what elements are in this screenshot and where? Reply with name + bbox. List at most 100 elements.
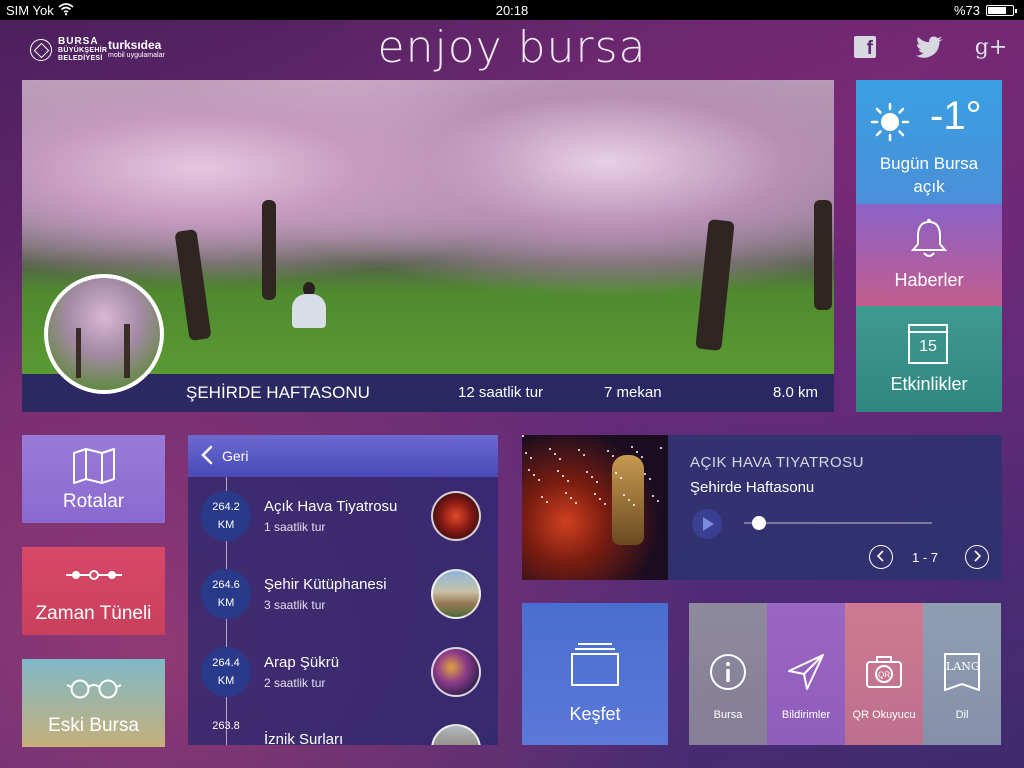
hero-distance: 8.0 km [773,384,819,401]
clock: 20:18 [495,3,529,18]
star-dot [604,503,606,505]
battery-fill [988,7,1006,14]
star-dot [594,493,596,495]
map-icon [73,448,115,484]
star-dot [596,481,598,483]
facebook-button[interactable]: f [852,34,878,60]
route-duration: 3 saatlik tur [264,598,326,612]
tree-trunk [174,229,212,341]
timeline-icon [66,570,122,580]
player-subtitle: Şehirde Haftasonu [690,479,815,496]
calendar-day: 15 [919,338,937,355]
list-item[interactable]: 264.2 KM Açık Hava Tiyatrosu 1 saatlik t… [188,487,498,557]
star-dot [591,476,593,478]
menu-notifications[interactable]: Bildirimler [767,603,845,745]
chevron-right-icon [974,550,982,562]
star-dot [636,451,638,453]
star-dot [554,453,556,455]
player-image [522,435,668,580]
next-button[interactable] [965,545,989,569]
timeline-tile[interactable]: Zaman Tüneli [22,547,165,635]
facebook-icon: f [854,36,876,59]
list-item[interactable]: 264.6 KM Şehir Kütüphanesi 3 saatlik tur [188,565,498,635]
star-dot [533,474,535,476]
route-thumbnail [431,491,481,541]
star-dot [522,435,524,437]
star-dot [530,457,532,459]
qr-camera-icon: QR [866,656,902,688]
route-duration: 2 saatlik tur [264,676,326,690]
sun-icon [870,102,910,142]
list-item[interactable]: 264.4 KM Arap Şükrü 2 saatlik tur [188,643,498,713]
calendar-icon: 15 [908,324,948,364]
twitter-icon [916,36,943,58]
hero-duration: 12 saatlik tur [458,384,544,401]
tree-trunk [695,218,735,352]
menu-bursa-label: Bursa [713,709,743,721]
chevron-left-icon [876,550,884,562]
km-value: 263.8 [212,720,240,732]
chevron-left-icon [201,445,213,465]
weather-tile[interactable]: -1° Bugün Bursa açık [856,80,1002,204]
star-dot [649,478,651,480]
menu-bursa[interactable]: Bursa [689,603,767,745]
battery-icon [986,5,1017,16]
menu-notifications-label: Bildirimler [781,709,831,721]
discover-tile[interactable]: Keşfet [522,603,668,745]
events-tile[interactable]: 15 Etkinlikler [856,306,1002,412]
old-bursa-label: Eski Bursa [48,715,139,736]
progress-knob[interactable] [752,516,767,530]
star-dot [525,452,527,454]
back-label: Geri [222,448,249,464]
previous-button[interactable] [869,545,893,569]
twitter-button[interactable] [915,34,945,60]
status-bar: SIM Yok 20:18 %73 [0,0,1024,20]
news-tile[interactable]: Haberler [856,204,1002,306]
old-bursa-tile[interactable]: Eski Bursa [22,659,165,747]
routes-tile[interactable]: Rotalar [22,435,165,523]
menu-qr-reader[interactable]: QR QR Okuyucu [845,603,923,745]
paper-plane-icon [788,654,824,690]
star-dot [657,500,659,502]
facebook-glyph: f [866,38,873,59]
route-name: Arap Şükrü [264,654,340,671]
hero-thumbnail[interactable] [44,274,164,394]
folder-icon [571,643,619,686]
menu-language[interactable]: LANG Dil [923,603,1001,745]
menu-qr-label: QR Okuyucu [852,709,916,721]
star-dot [644,473,646,475]
svg-text:QR: QR [878,671,890,680]
km-badge: 263.8 [201,717,251,736]
km-badge: 264.2 KM [201,491,251,541]
route-name: Şehir Kütüphanesi [264,576,387,593]
tree-trunk [814,200,832,310]
bell-icon [910,218,948,257]
thumb-trunk [124,324,130,378]
thumb-trunk [76,328,81,378]
km-unit: KM [217,519,235,531]
star-dot [575,502,577,504]
seated-person [284,282,334,328]
person-body [292,294,326,328]
km-unit: KM [217,675,235,687]
route-duration: 1 saatlik tur [264,520,326,534]
hero-title: ŞEHİRDE HAFTASONU [186,383,370,402]
google-plus-button[interactable]: g+ [975,34,1008,60]
km-value: 264.2 [212,501,240,513]
km-badge: 264.6 KM [201,569,251,619]
play-button[interactable] [692,509,722,539]
km-unit: KM [217,597,235,609]
route-name: İznik Surları [264,731,344,745]
star-dot [546,501,548,503]
pager-text: 1 - 7 [912,550,939,565]
star-dot [599,498,601,500]
star-dot [652,495,654,497]
km-value: 264.4 [212,657,240,669]
list-item[interactable]: 263.8 İznik Surları [188,720,498,745]
route-list-panel: Geri 264.2 KM Açık Hava Tiyatrosu 1 saat… [188,435,498,745]
star-dot [631,446,633,448]
progress-track[interactable] [744,522,932,524]
media-player: AÇIK HAVA TIYATROSU Şehirde Haftasonu 1 … [522,435,1002,580]
star-dot [583,454,585,456]
back-button[interactable]: Geri [188,435,278,477]
